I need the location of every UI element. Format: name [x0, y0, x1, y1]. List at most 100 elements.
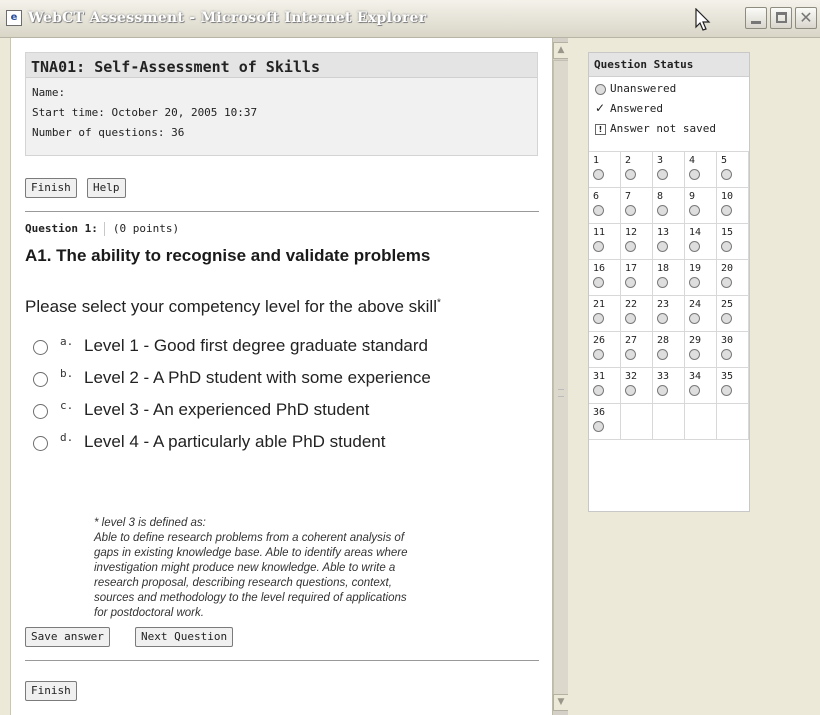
help-button[interactable]: Help	[87, 178, 126, 198]
note-line: research proposal, describing research q…	[94, 577, 392, 589]
question-status-cell[interactable]: 20	[717, 260, 749, 296]
assessment-info-box: TNA01: Self-Assessment of Skills Name: S…	[25, 52, 538, 156]
option-a-label: Level 1 - Good first degree graduate sta…	[84, 336, 428, 355]
question-status-number: 8	[657, 191, 664, 202]
question-number: Question 1:	[25, 222, 98, 235]
mouse-cursor-icon	[695, 8, 711, 31]
vertical-scrollbar[interactable]: ▲ ▼	[552, 38, 569, 715]
question-status-number: 36	[593, 407, 606, 418]
question-status-cell[interactable]: 1	[589, 152, 621, 188]
question-status-cell[interactable]: 4	[685, 152, 717, 188]
question-grid: 1 2 3 4 5 6 7 8 9 10 11 12 13 14 15 16 17 18 19 20 21 22 23 24 2…	[589, 152, 749, 440]
unanswered-circle-icon	[689, 349, 700, 360]
question-status-cell[interactable]: 10	[717, 188, 749, 224]
question-status-cell[interactable]: 35	[717, 368, 749, 404]
question-status-number: 34	[689, 371, 702, 382]
note-line: investigation might produce new knowledg…	[94, 562, 396, 574]
question-status-cell[interactable]: 29	[685, 332, 717, 368]
save-answer-button[interactable]: Save answer	[25, 627, 110, 647]
question-status-number: 33	[657, 371, 670, 382]
option-a-radio[interactable]	[33, 340, 48, 355]
option-d-radio[interactable]	[33, 436, 48, 451]
question-status-cell[interactable]: 16	[589, 260, 621, 296]
legend-answered: ✓ Answered	[593, 101, 745, 121]
finish-button-top[interactable]: Finish	[25, 178, 77, 198]
separator	[103, 222, 105, 236]
option-a-letter: a.	[60, 335, 74, 348]
unanswered-circle-icon	[689, 385, 700, 396]
question-status-number: 28	[657, 335, 670, 346]
scroll-thumb[interactable]	[553, 60, 569, 710]
question-status-cell[interactable]: 11	[589, 224, 621, 260]
unanswered-circle-icon	[625, 169, 636, 180]
question-status-cell[interactable]: 32	[621, 368, 653, 404]
question-status-cell[interactable]: 7	[621, 188, 653, 224]
question-status-cell[interactable]: 31	[589, 368, 621, 404]
question-status-cell[interactable]: 6	[589, 188, 621, 224]
option-d-label: Level 4 - A particularly able PhD studen…	[84, 432, 386, 451]
question-status-cell[interactable]: 22	[621, 296, 653, 332]
legend-label: Answered	[610, 102, 663, 115]
unanswered-circle-icon	[657, 385, 668, 396]
legend-label: Unanswered	[610, 82, 677, 95]
question-status-cell[interactable]: 3	[653, 152, 685, 188]
option-c-radio[interactable]	[33, 404, 48, 419]
question-status-panel: Question Status Unanswered ✓ Answered ! …	[588, 52, 750, 512]
finish-button-bottom[interactable]: Finish	[25, 681, 77, 701]
question-status-cell[interactable]: 36	[589, 404, 621, 440]
question-status-cell[interactable]: 34	[685, 368, 717, 404]
unanswered-circle-icon	[593, 169, 604, 180]
question-status-cell[interactable]: 14	[685, 224, 717, 260]
question-status-cell[interactable]: 23	[653, 296, 685, 332]
question-status-cell[interactable]: 27	[621, 332, 653, 368]
question-status-cell[interactable]: 26	[589, 332, 621, 368]
question-status-cell[interactable]: 18	[653, 260, 685, 296]
unanswered-circle-icon	[593, 205, 604, 216]
unanswered-circle-icon	[657, 349, 668, 360]
question-status-cell[interactable]: 8	[653, 188, 685, 224]
browser-icon: e	[6, 10, 22, 26]
question-status-cell[interactable]: 30	[717, 332, 749, 368]
close-button[interactable]: ✕	[795, 7, 817, 29]
question-status-cell[interactable]: 19	[685, 260, 717, 296]
scroll-up-arrow-icon[interactable]: ▲	[553, 42, 569, 59]
legend-unanswered: Unanswered	[593, 81, 745, 101]
question-status-number: 18	[657, 263, 670, 274]
question-status-cell[interactable]: 12	[621, 224, 653, 260]
question-status-cell[interactable]: 13	[653, 224, 685, 260]
unanswered-circle-icon	[721, 205, 732, 216]
question-status-number: 13	[657, 227, 670, 238]
unanswered-circle-icon	[689, 169, 700, 180]
question-status-number: 10	[721, 191, 734, 202]
name-line: Name:	[32, 86, 66, 99]
question-status-cell[interactable]: 28	[653, 332, 685, 368]
empty-grid-cell	[621, 404, 653, 440]
question-meta: Question 1: (0 points)	[25, 222, 179, 236]
question-status-cell[interactable]: 15	[717, 224, 749, 260]
question-status-number: 11	[593, 227, 606, 238]
unanswered-circle-icon	[689, 313, 700, 324]
option-b-radio[interactable]	[33, 372, 48, 387]
question-status-cell[interactable]: 5	[717, 152, 749, 188]
question-status-number: 23	[657, 299, 670, 310]
next-question-button[interactable]: Next Question	[135, 627, 234, 647]
scroll-down-arrow-icon[interactable]: ▼	[553, 694, 569, 711]
question-status-number: 3	[657, 155, 664, 166]
unanswered-circle-icon	[593, 421, 604, 432]
question-status-cell[interactable]: 25	[717, 296, 749, 332]
question-status-cell[interactable]: 21	[589, 296, 621, 332]
unanswered-circle-icon	[625, 385, 636, 396]
minimize-button[interactable]	[745, 7, 767, 29]
question-status-cell[interactable]: 33	[653, 368, 685, 404]
option-b-letter: b.	[60, 367, 74, 380]
question-status-number: 30	[721, 335, 734, 346]
unanswered-circle-icon	[689, 205, 700, 216]
maximize-button[interactable]	[770, 7, 792, 29]
question-status-cell[interactable]: 2	[621, 152, 653, 188]
question-status-cell[interactable]: 9	[685, 188, 717, 224]
question-status-number: 9	[689, 191, 696, 202]
question-status-cell[interactable]: 24	[685, 296, 717, 332]
note-line: for postdoctoral work.	[94, 607, 204, 619]
unanswered-circle-icon	[625, 313, 636, 324]
question-status-cell[interactable]: 17	[621, 260, 653, 296]
